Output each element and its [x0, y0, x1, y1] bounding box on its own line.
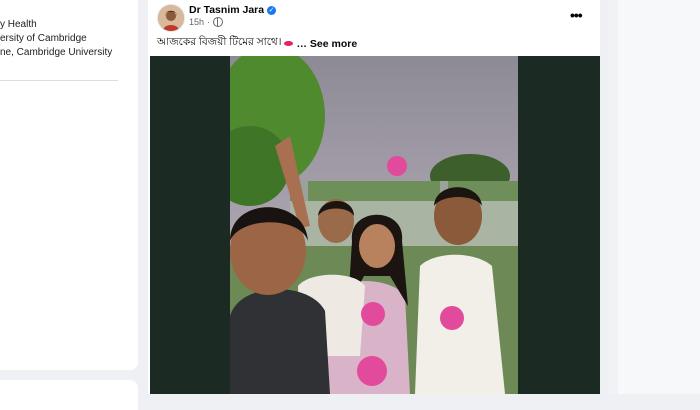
author-name[interactable]: Dr Tasnim Jara — [189, 4, 264, 16]
post-meta: 15h · — [189, 17, 224, 27]
feed-post: Dr Tasnim Jara ✓ 15h · ••• আজকের বিজয়ী … — [148, 0, 600, 394]
intro-line: ne, Cambridge University — [0, 47, 113, 58]
intro-line: y Health — [0, 19, 37, 30]
lips-emoji-icon — [284, 41, 294, 46]
globe-icon — [213, 17, 224, 27]
post-author[interactable]: Dr Tasnim Jara ✓ — [189, 4, 277, 16]
see-more-link[interactable]: … See more — [296, 38, 357, 50]
intro-line: ersity of Cambridge — [0, 33, 87, 44]
right-pane — [618, 0, 700, 394]
post-photo[interactable] — [230, 56, 518, 394]
profile-intro-card: y Health ersity of Cambridge ne, Cambrid… — [0, 0, 138, 370]
right-column — [608, 0, 700, 394]
divider — [0, 80, 118, 81]
sidebar-card — [0, 380, 138, 410]
post-media[interactable] — [150, 56, 600, 394]
post-body: আজকের বিজয়ী টিমের সাথে। — [157, 36, 282, 48]
post-time[interactable]: 15h — [189, 17, 204, 27]
post-text: আজকের বিজয়ী টিমের সাথে। … See more — [157, 35, 357, 52]
verified-badge-icon: ✓ — [267, 5, 277, 15]
more-options-button[interactable]: ••• — [570, 7, 583, 23]
avatar[interactable] — [157, 4, 185, 32]
